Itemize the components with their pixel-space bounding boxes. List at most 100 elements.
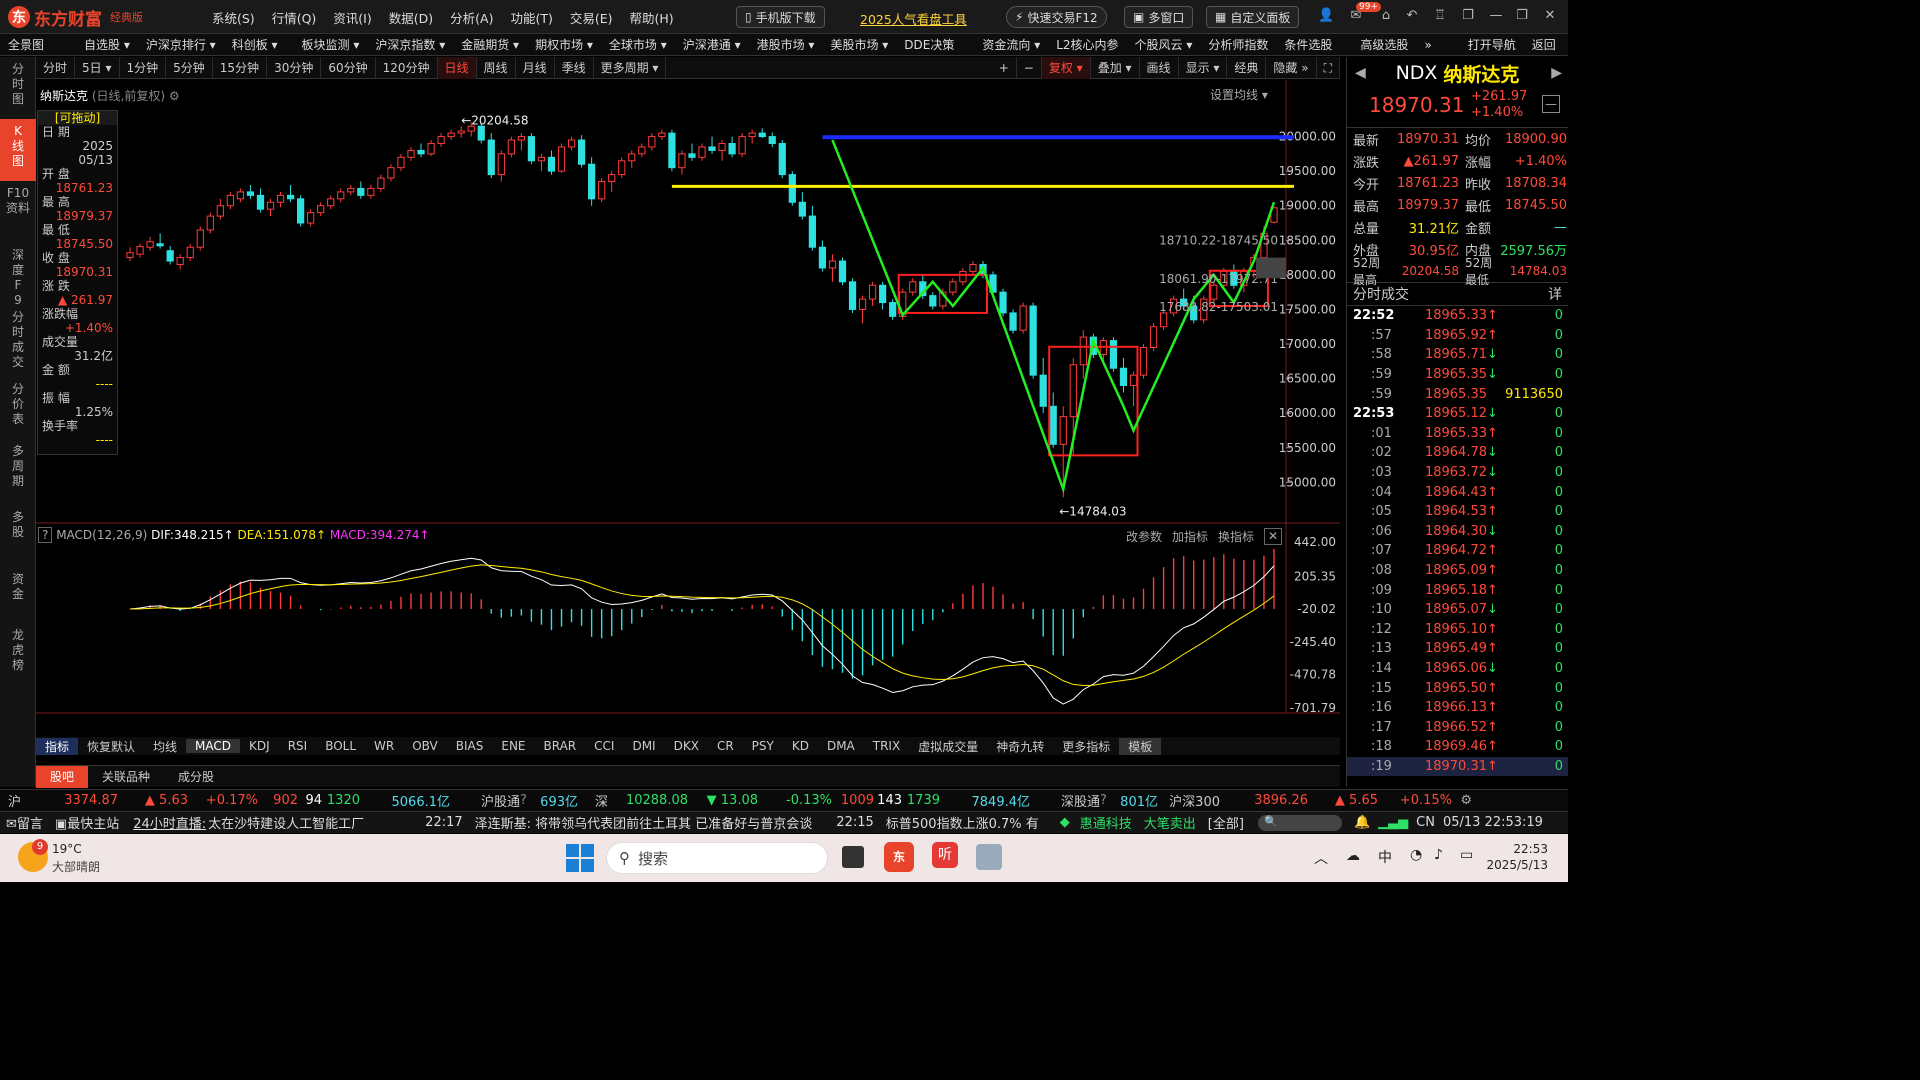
indicator-17[interactable]: KD xyxy=(783,739,818,753)
menu-analysis[interactable]: 分析(A) xyxy=(450,8,493,27)
period-30min[interactable]: 30分钟 xyxy=(267,56,322,79)
collapse-icon[interactable]: — xyxy=(1542,95,1560,113)
candle-info-box[interactable]: [可拖动] 日 期 2025 05/13 开 盘 18761.23 最 高 18… xyxy=(37,110,118,455)
zoom-out-button[interactable]: − xyxy=(1017,56,1042,79)
tab-constituents[interactable]: 成分股 xyxy=(164,766,228,788)
custom-panel-button[interactable]: ▦ 自定义面板 xyxy=(1206,6,1300,28)
all-alerts-button[interactable]: [全部] xyxy=(1202,813,1250,832)
sh-label[interactable]: 沪 xyxy=(0,791,28,810)
eastmoney-taskbar-icon[interactable]: 东 xyxy=(884,842,914,872)
chart-canvas[interactable]: 20000.0019500.0019000.0018500.0018000.00… xyxy=(36,80,1340,734)
live-label[interactable]: 24小时直播: xyxy=(125,813,208,832)
sgt-label[interactable]: 深股通 xyxy=(1030,791,1100,810)
restore-icon[interactable]: ❐ xyxy=(1460,8,1476,24)
close-icon[interactable]: ✕ xyxy=(1542,8,1558,24)
nav-screener[interactable]: 条件选股 xyxy=(1276,36,1340,53)
menu-system[interactable]: 系统(S) xyxy=(212,8,255,27)
indicator-10[interactable]: ENE xyxy=(492,739,534,753)
nav-fund-flow[interactable]: 资金流向 ▾ xyxy=(974,36,1048,53)
help-icon[interactable]: ? xyxy=(520,793,534,808)
sz-label[interactable]: 深 xyxy=(578,791,608,810)
chevron-up-icon[interactable]: ︿ xyxy=(1314,848,1328,868)
volume-icon[interactable]: ♪ xyxy=(1434,847,1443,863)
listen-app-icon[interactable]: 听 xyxy=(932,842,958,868)
ma-setting-button[interactable]: 设置均线 ▾ xyxy=(1210,86,1268,103)
overlay-button[interactable]: 叠加 ▾ xyxy=(1091,56,1140,79)
zoom-in-button[interactable]: + xyxy=(992,56,1017,79)
rail-kline[interactable]: K线图 xyxy=(0,119,36,181)
trades-detail-button[interactable]: 详 xyxy=(1548,284,1562,304)
scroll-left-icon[interactable]: « xyxy=(40,719,47,733)
adjust-button[interactable]: 复权 ▾ xyxy=(1041,56,1091,79)
next-icon[interactable]: ▶ xyxy=(1551,65,1562,81)
indicator-0[interactable]: 指标 xyxy=(36,737,79,755)
indicator-21[interactable]: 神奇九转 xyxy=(987,738,1053,755)
rail-dragon-tiger[interactable]: 龙虎榜 xyxy=(0,623,36,685)
image-app-icon[interactable] xyxy=(976,844,1002,870)
indicator-13[interactable]: DMI xyxy=(623,739,664,753)
alert-stock[interactable]: 惠通科技 xyxy=(1074,813,1138,832)
menu-help[interactable]: 帮助(H) xyxy=(630,8,674,27)
indicator-5[interactable]: RSI xyxy=(279,739,317,753)
task-view-icon[interactable] xyxy=(842,846,864,868)
indicator-7[interactable]: WR xyxy=(365,739,403,753)
rail-timeshare[interactable]: 分时图 xyxy=(0,57,36,119)
period-monthly[interactable]: 月线 xyxy=(516,56,555,79)
nav-back[interactable]: 返回 xyxy=(1524,36,1564,53)
multi-window-button[interactable]: ▣ 多窗口 xyxy=(1124,6,1194,28)
nav-more[interactable]: » xyxy=(1416,38,1439,52)
period-quarterly[interactable]: 季线 xyxy=(555,56,594,79)
nav-analyst[interactable]: 分析师指数 xyxy=(1200,36,1276,53)
period-5min[interactable]: 5分钟 xyxy=(166,56,213,79)
draw-line-button[interactable]: 画线 xyxy=(1140,56,1179,79)
period-60min[interactable]: 60分钟 xyxy=(321,56,376,79)
nav-dde[interactable]: DDE决策 xyxy=(896,36,962,53)
period-1min[interactable]: 1分钟 xyxy=(120,56,167,79)
nav-hk[interactable]: 港股市场 ▾ xyxy=(749,36,823,53)
indicator-14[interactable]: DKX xyxy=(665,739,708,753)
fullscreen-icon[interactable]: ⛶ xyxy=(1317,56,1340,79)
period-5day[interactable]: 5日 ▾ xyxy=(75,56,120,79)
nav-adv-screener[interactable]: 高级选股 xyxy=(1352,36,1416,53)
nav-watchlist[interactable]: 自选股 ▾ xyxy=(76,36,138,53)
scroll-right-icon[interactable]: » xyxy=(1326,719,1333,733)
rail-f10[interactable]: F10资料 xyxy=(0,181,36,243)
indicator-4[interactable]: KDJ xyxy=(240,739,279,753)
classic-button[interactable]: 经典 xyxy=(1227,56,1267,79)
nav-sector-monitor[interactable]: 板块监测 ▾ xyxy=(294,36,368,53)
indicator-1[interactable]: 恢复默认 xyxy=(78,738,144,755)
help-icon[interactable]: ? xyxy=(38,527,53,543)
display-button[interactable]: 显示 ▾ xyxy=(1179,56,1228,79)
change-param-button[interactable]: 改参数 xyxy=(1126,528,1162,545)
menu-quote[interactable]: 行情(Q) xyxy=(272,8,317,27)
indicator-8[interactable]: OBV xyxy=(403,739,447,753)
rail-price-table[interactable]: 分价表 xyxy=(0,377,36,439)
taskbar-search[interactable]: ⚲ 搜索 xyxy=(606,842,828,874)
back-icon[interactable]: ↶ xyxy=(1404,8,1420,24)
indicator-18[interactable]: DMA xyxy=(818,739,864,753)
hgt-label[interactable]: 沪股通 xyxy=(450,791,520,810)
nav-options[interactable]: 期权市场 ▾ xyxy=(527,36,601,53)
rail-fund[interactable]: 资金 xyxy=(0,567,36,623)
switch-indicator-button[interactable]: 换指标 xyxy=(1218,528,1254,545)
nav-star-market[interactable]: 科创板 ▾ xyxy=(224,36,286,53)
clock-date[interactable]: 2025/5/13 xyxy=(1478,858,1548,872)
tab-guba[interactable]: 股吧 xyxy=(36,765,89,788)
period-timeshare[interactable]: 分时 xyxy=(36,56,76,79)
menu-info[interactable]: 资讯(I) xyxy=(333,8,371,27)
clock-time[interactable]: 22:53 xyxy=(1500,842,1548,856)
kline-chart[interactable]: 20000.00 19500.00 19000.00 18500.00 18000.00… xyxy=(36,80,1340,734)
ime-indicator[interactable]: 中 xyxy=(1378,847,1392,867)
fast-server-button[interactable]: ▣最快主站 xyxy=(49,813,125,832)
rail-multi-stock[interactable]: 多股 xyxy=(0,505,36,567)
close-panel-icon[interactable]: ✕ xyxy=(1264,528,1283,545)
indicator-16[interactable]: PSY xyxy=(743,739,783,753)
nav-futures[interactable]: 金融期货 ▾ xyxy=(453,36,527,53)
news-item-3[interactable]: 标普500指数上涨0.7% 有 xyxy=(886,813,1056,832)
rail-multi-period[interactable]: 多周期 xyxy=(0,439,36,505)
indicator-19[interactable]: TRIX xyxy=(864,739,909,753)
indicator-23[interactable]: 模板 xyxy=(1119,737,1162,755)
indicator-22[interactable]: 更多指标 xyxy=(1053,738,1119,755)
tab-related[interactable]: 关联品种 xyxy=(88,766,164,788)
nav-stock-storm[interactable]: 个股风云 ▾ xyxy=(1127,36,1201,53)
